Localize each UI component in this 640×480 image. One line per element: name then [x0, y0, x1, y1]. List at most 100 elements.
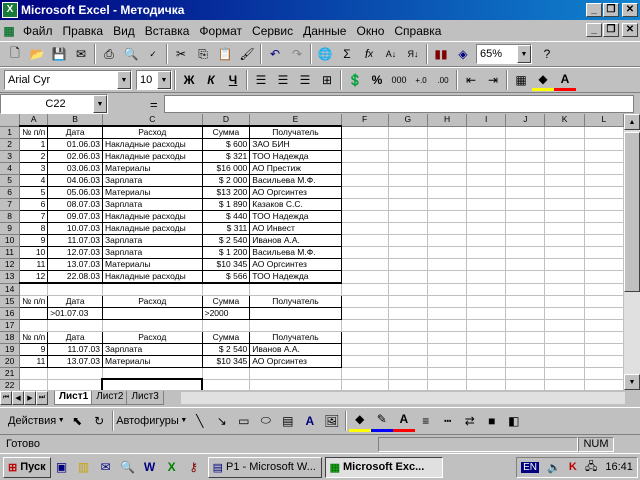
cell[interactable] — [19, 306, 49, 320]
menu-file[interactable]: Файл — [18, 24, 58, 38]
cell[interactable] — [341, 295, 389, 308]
cell[interactable] — [584, 258, 624, 271]
cell[interactable]: 6 — [19, 198, 49, 211]
cell[interactable] — [388, 234, 428, 247]
row-header[interactable]: 21 — [0, 367, 21, 380]
cell[interactable]: 1 — [19, 138, 49, 151]
cell[interactable] — [341, 283, 389, 296]
cell[interactable] — [47, 283, 103, 296]
cell[interactable] — [341, 343, 389, 356]
row-header[interactable]: 8 — [0, 210, 21, 223]
column-header[interactable]: E — [249, 114, 342, 127]
taskbar-item-excel[interactable]: ▦ Microsoft Exc... — [324, 456, 443, 478]
vertical-scrollbar[interactable]: ▲ ▼ — [624, 114, 640, 390]
cell[interactable] — [584, 355, 624, 368]
spelling-icon[interactable]: ✓ — [142, 43, 164, 65]
cell[interactable] — [544, 246, 585, 259]
cell[interactable] — [19, 367, 49, 380]
cell[interactable]: Зарплата — [101, 198, 203, 211]
cell[interactable]: 8 — [19, 222, 49, 235]
cell[interactable] — [544, 295, 585, 308]
chevron-down-icon[interactable]: ▼ — [517, 45, 531, 63]
cell[interactable] — [466, 234, 507, 247]
cell[interactable]: ЗАО БИН — [249, 138, 342, 151]
row-header[interactable]: 13 — [0, 270, 21, 284]
sheet-tab-1[interactable]: Лист1 — [54, 391, 94, 405]
sheet-tab-3[interactable]: Лист3 — [126, 391, 164, 405]
cell[interactable] — [505, 367, 546, 380]
outlook-icon[interactable]: ✉ — [95, 456, 117, 478]
cell[interactable]: 9 — [19, 342, 49, 356]
cell[interactable] — [341, 331, 389, 344]
cell[interactable] — [505, 283, 546, 296]
cell[interactable]: Материалы — [101, 258, 203, 271]
next-sheet-icon[interactable]: ▶ — [24, 391, 36, 405]
cell[interactable] — [341, 246, 389, 259]
hyperlink-icon[interactable]: 🌐 — [314, 43, 336, 65]
cell[interactable] — [505, 186, 546, 199]
cell[interactable] — [584, 150, 624, 163]
cell[interactable] — [427, 198, 468, 211]
cell[interactable] — [388, 198, 428, 211]
cell[interactable]: Зарплата — [101, 174, 203, 187]
chevron-down-icon[interactable]: ▼ — [117, 71, 131, 89]
cell[interactable] — [544, 126, 585, 139]
row-header[interactable]: 1 — [0, 126, 21, 139]
cell[interactable] — [388, 331, 428, 344]
cell[interactable] — [388, 295, 428, 308]
cell[interactable]: $ 440 — [201, 210, 251, 223]
cell[interactable]: ТОО Надежда — [249, 270, 342, 284]
cell[interactable]: Расход — [101, 125, 203, 139]
cell[interactable] — [341, 319, 389, 332]
cell[interactable]: АО Инвест — [249, 222, 342, 235]
scroll-down-icon[interactable]: ▼ — [624, 374, 640, 390]
save-icon[interactable]: 💾 — [48, 43, 70, 65]
excel-app-icon[interactable]: X — [2, 2, 18, 18]
cell[interactable] — [466, 174, 507, 187]
redo-icon[interactable]: ↷ — [286, 43, 308, 65]
print-preview-icon[interactable]: 🔍 — [120, 43, 142, 65]
cell[interactable]: >01.07.03 — [47, 306, 103, 320]
cell[interactable]: $10 345 — [201, 354, 251, 368]
cell[interactable] — [341, 162, 389, 175]
cell[interactable]: 05.06.03 — [47, 186, 103, 199]
cell[interactable]: $ 321 — [201, 150, 251, 163]
row-header[interactable]: 20 — [0, 355, 21, 368]
line-icon[interactable]: ╲ — [189, 410, 211, 432]
cell[interactable]: 13.07.03 — [47, 354, 103, 368]
cell[interactable]: Дата — [47, 294, 103, 308]
cell[interactable]: 5 — [19, 186, 49, 199]
3d-icon[interactable]: ◧ — [503, 410, 525, 432]
cell[interactable] — [466, 162, 507, 175]
cell[interactable] — [584, 138, 624, 151]
cell[interactable] — [505, 138, 546, 151]
horizontal-scrollbar[interactable] — [179, 391, 626, 405]
cell[interactable] — [388, 379, 428, 390]
cell[interactable] — [388, 367, 428, 380]
function-icon[interactable]: fx — [358, 43, 380, 65]
cell[interactable] — [102, 319, 203, 332]
cell[interactable] — [427, 210, 468, 223]
cell[interactable] — [505, 295, 546, 308]
cell[interactable] — [584, 162, 624, 175]
menu-insert[interactable]: Вставка — [140, 24, 195, 38]
cell[interactable] — [505, 258, 546, 271]
cell[interactable] — [544, 138, 585, 151]
cell[interactable]: 03.06.03 — [47, 162, 103, 175]
chevron-down-icon[interactable]: ▼ — [157, 71, 171, 89]
menu-format[interactable]: Формат — [194, 24, 247, 38]
cell[interactable] — [102, 283, 203, 296]
cell[interactable]: № п/п — [19, 330, 49, 344]
decrease-decimal-icon[interactable]: .00 — [432, 69, 454, 91]
pointer-icon[interactable]: ⬉ — [66, 410, 88, 432]
cell[interactable] — [584, 331, 624, 344]
cell[interactable] — [466, 138, 507, 151]
increase-decimal-icon[interactable]: +.0 — [410, 69, 432, 91]
cell[interactable] — [505, 270, 546, 284]
cell[interactable] — [466, 343, 507, 356]
cell[interactable] — [544, 234, 585, 247]
active-cell[interactable] — [101, 378, 204, 390]
print-icon[interactable]: ⎙ — [98, 43, 120, 65]
cell[interactable]: ТОО Надежда — [249, 150, 342, 163]
cell[interactable]: Материалы — [101, 354, 203, 368]
